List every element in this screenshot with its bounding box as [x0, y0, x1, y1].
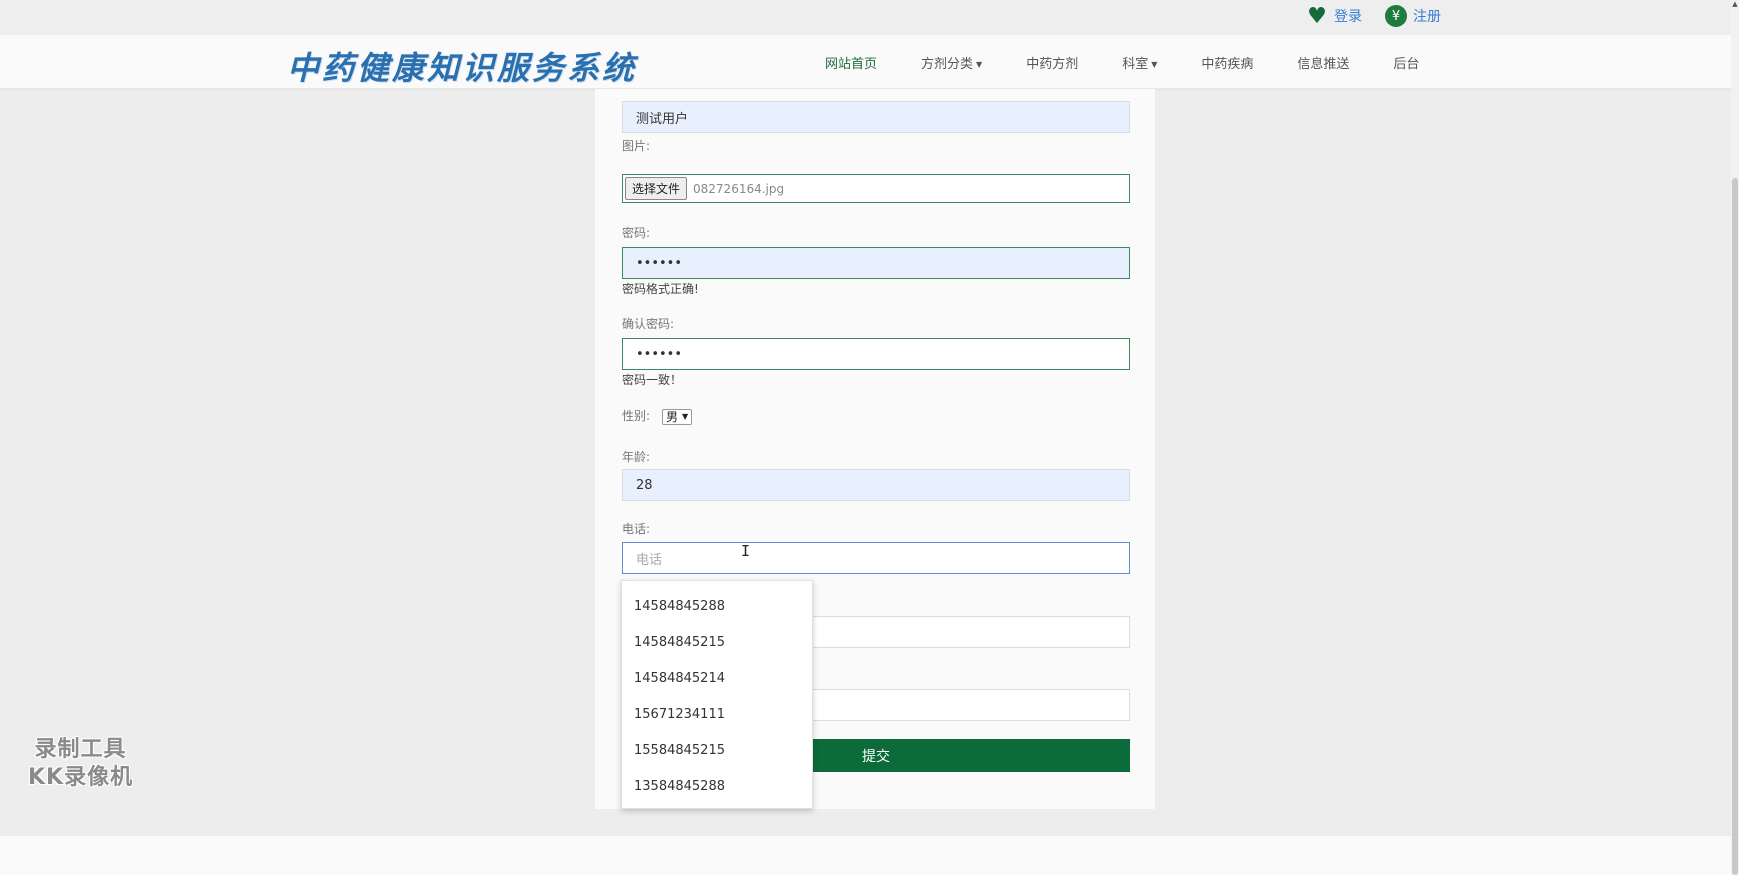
- nav-item-departments[interactable]: 科室 ▼: [1122, 53, 1157, 72]
- page-footer: [0, 836, 1731, 875]
- confirm-password-field[interactable]: ••••••: [622, 338, 1130, 370]
- top-bar: ♥ 登录 ¥ 注册: [0, 0, 1739, 35]
- phone-field[interactable]: 电话: [622, 542, 1130, 574]
- autocomplete-option[interactable]: 13584845288: [622, 769, 812, 805]
- login-link[interactable]: ♥ 登录: [1306, 3, 1362, 29]
- nav-item-prescription-category[interactable]: 方剂分类 ▼: [921, 53, 982, 72]
- autocomplete-option[interactable]: 14584845215: [622, 625, 812, 661]
- age-label: 年龄:: [622, 450, 651, 464]
- confirm-password-label: 确认密码:: [622, 317, 675, 331]
- dropdown-arrow-icon: ▼: [682, 412, 689, 421]
- password-label: 密码:: [622, 226, 651, 240]
- phone-autocomplete-list: 14584845288 14584845215 14584845214 1567…: [621, 580, 813, 809]
- nav-item-admin[interactable]: 后台: [1393, 53, 1419, 72]
- heart-icon: ♥: [1307, 3, 1327, 29]
- name-field[interactable]: 测试用户: [622, 101, 1130, 133]
- main-nav: 网站首页 方剂分类 ▼ 中药方剂 科室 ▼ 中药疾病 信息推送 后台: [825, 35, 1463, 89]
- nav-item-push[interactable]: 信息推送: [1297, 53, 1349, 72]
- gender-label: 性别:: [622, 409, 651, 423]
- site-header: 中药健康知识服务系统 网站首页 方剂分类 ▼ 中药方剂 科室 ▼ 中药疾病 信息推送…: [0, 35, 1731, 89]
- age-field[interactable]: 28: [622, 469, 1130, 501]
- image-label: 图片:: [622, 139, 651, 153]
- autocomplete-option[interactable]: 14584845214: [622, 661, 812, 697]
- scroll-up-arrow-icon[interactable]: ▲: [1731, 0, 1739, 10]
- autocomplete-option[interactable]: 15584845215: [622, 733, 812, 769]
- scrollbar-thumb[interactable]: [1732, 178, 1738, 875]
- autocomplete-option[interactable]: 14584845288: [622, 589, 812, 625]
- yen-icon: ¥: [1385, 5, 1407, 27]
- file-name: 082726164.jpg: [693, 181, 785, 196]
- login-label: 登录: [1334, 9, 1362, 25]
- caret-down-icon: ▼: [1151, 59, 1158, 69]
- gender-select[interactable]: 男 ▼: [662, 406, 693, 425]
- autocomplete-option[interactable]: 15671234111: [622, 697, 812, 733]
- recorder-watermark: 录制工具 KK录像机: [28, 737, 134, 790]
- page: ♥ 登录 ¥ 注册 中药健康知识服务系统 网站首页 方剂分类 ▼ 中药方剂 科室 ▼…: [0, 0, 1739, 875]
- site-logo[interactable]: 中药健康知识服务系统: [287, 43, 637, 89]
- nav-item-diseases[interactable]: 中药疾病: [1201, 53, 1253, 72]
- nav-item-home[interactable]: 网站首页: [825, 53, 877, 72]
- caret-down-icon: ▼: [976, 59, 983, 69]
- register-label: 注册: [1413, 9, 1441, 25]
- register-link[interactable]: ¥ 注册: [1385, 4, 1441, 28]
- password-hint: 密码格式正确!: [622, 282, 699, 296]
- password-field[interactable]: ••••••: [622, 247, 1130, 279]
- confirm-password-hint: 密码一致！: [622, 373, 683, 387]
- image-file-input[interactable]: 选择文件 082726164.jpg: [622, 174, 1130, 203]
- nav-item-prescriptions[interactable]: 中药方剂: [1026, 53, 1078, 72]
- choose-file-button[interactable]: 选择文件: [625, 177, 688, 200]
- text-cursor-icon: I: [741, 542, 751, 560]
- phone-label: 电话:: [622, 522, 651, 536]
- page-scrollbar[interactable]: ▲: [1731, 0, 1739, 875]
